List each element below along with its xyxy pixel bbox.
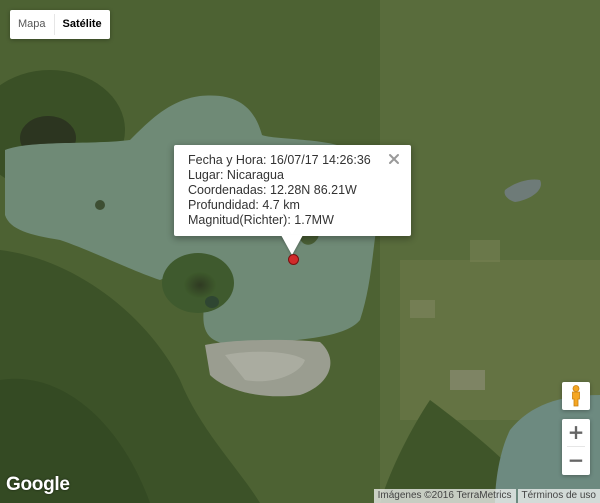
info-date-time: Fecha y Hora: 16/07/17 14:26:36 — [188, 153, 371, 167]
street-view-pegman-button[interactable] — [562, 382, 590, 410]
info-depth: Profundidad: 4.7 km — [188, 198, 300, 212]
terms-of-use-link[interactable]: Términos de uso — [517, 489, 600, 503]
info-window-pointer — [281, 235, 303, 255]
zoom-out-button[interactable]: − — [562, 447, 590, 474]
zoom-control: + − — [562, 419, 590, 475]
zoom-in-button[interactable]: + — [562, 419, 590, 446]
earthquake-info-window: Fecha y Hora: 16/07/17 14:26:36 Lugar: N… — [174, 145, 411, 236]
info-location: Lugar: Nicaragua — [188, 168, 284, 182]
map-type-satelite-button[interactable]: Satélite — [55, 10, 110, 39]
google-logo[interactable]: Google — [6, 474, 70, 496]
map-type-control: Mapa Satélite — [10, 10, 110, 39]
map-type-mapa-button[interactable]: Mapa — [10, 10, 54, 39]
info-magnitude: Magnitud(Richter): 1.7MW — [188, 213, 334, 227]
earthquake-marker[interactable] — [288, 254, 299, 265]
info-coordinates: Coordenadas: 12.28N 86.21W — [188, 183, 357, 197]
pegman-icon — [572, 385, 580, 407]
map-canvas[interactable]: Mapa Satélite Fecha y Hora: 16/07/17 14:… — [0, 0, 600, 503]
map-attribution: Imágenes ©2016 TerraMetrics Términos de … — [373, 489, 600, 503]
imagery-credit: Imágenes ©2016 TerraMetrics — [373, 489, 516, 503]
close-icon[interactable] — [387, 152, 401, 166]
